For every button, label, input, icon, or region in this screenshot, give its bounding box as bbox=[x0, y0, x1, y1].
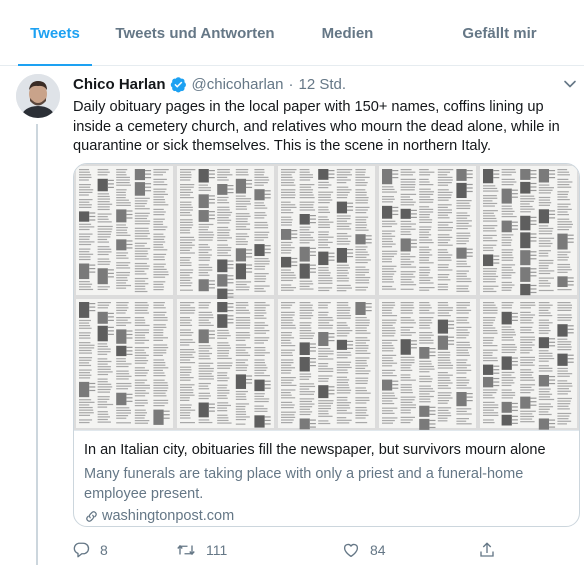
card-description: Many funerals are taking place with only… bbox=[84, 466, 524, 502]
like-count: 84 bbox=[370, 542, 386, 558]
tab-media[interactable]: Medien bbox=[280, 0, 415, 66]
profile-tabs: Tweets Tweets und Antworten Medien Gefäl… bbox=[0, 0, 584, 66]
avatar[interactable] bbox=[16, 74, 60, 118]
tab-likes[interactable]: Gefällt mir bbox=[415, 0, 584, 66]
tweet-header: Chico Harlan @chicoharlan · 12 Std. bbox=[73, 74, 346, 94]
author-handle[interactable]: @chicoharlan bbox=[192, 76, 284, 93]
share-button[interactable] bbox=[478, 538, 506, 562]
tab-tweets[interactable]: Tweets bbox=[0, 0, 110, 66]
reply-count: 8 bbox=[100, 542, 108, 558]
link-card[interactable]: In an Italian city, obituaries fill the … bbox=[73, 163, 580, 527]
card-domain: washingtonpost.com bbox=[84, 507, 569, 526]
card-domain-text: washingtonpost.com bbox=[102, 508, 235, 524]
retweet-icon bbox=[176, 541, 206, 559]
like-button[interactable]: 84 bbox=[342, 538, 386, 562]
tweet-timestamp[interactable]: 12 Std. bbox=[298, 76, 346, 93]
reply-icon bbox=[72, 541, 100, 559]
thread-line bbox=[36, 124, 38, 565]
share-icon bbox=[478, 541, 506, 559]
separator-dot: · bbox=[288, 75, 294, 93]
verified-badge-icon bbox=[170, 76, 187, 93]
tweet-text: Daily obituary pages in the local paper … bbox=[73, 99, 560, 154]
newspaper-obituary-image bbox=[74, 164, 579, 430]
link-icon bbox=[84, 509, 102, 524]
card-image-newspaper bbox=[74, 164, 579, 430]
retweet-button[interactable]: 111 bbox=[176, 538, 227, 562]
reply-button[interactable]: 8 bbox=[72, 538, 108, 562]
heart-icon bbox=[342, 541, 370, 559]
card-body: In an Italian city, obituaries fill the … bbox=[74, 430, 579, 526]
chevron-down-icon[interactable] bbox=[562, 76, 578, 92]
card-title: In an Italian city, obituaries fill the … bbox=[84, 442, 546, 458]
author-name[interactable]: Chico Harlan bbox=[73, 76, 166, 93]
tab-tweets-and-replies[interactable]: Tweets und Antworten bbox=[110, 0, 280, 66]
retweet-count: 111 bbox=[206, 542, 228, 558]
